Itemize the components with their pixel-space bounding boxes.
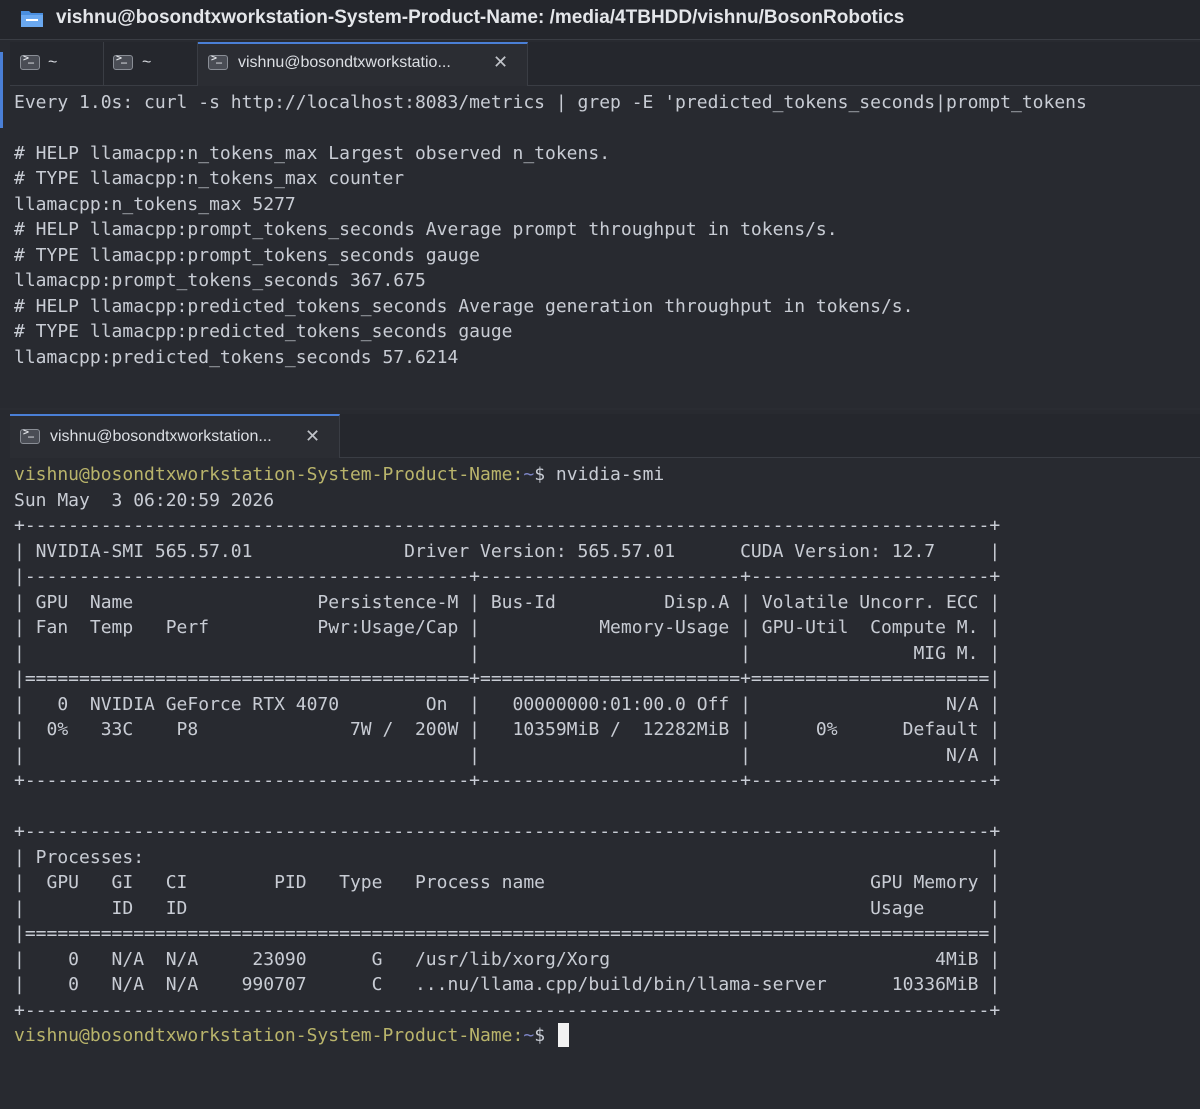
terminal-line: | 0 N/A N/A 23090 G /usr/lib/xorg/Xorg 4… <box>14 949 1001 970</box>
terminal-icon <box>208 53 228 70</box>
terminal-line: # TYPE llamacpp:n_tokens_max counter <box>14 168 405 189</box>
tab-home-2[interactable]: ~ <box>104 42 198 86</box>
terminal-line: # TYPE llamacpp:prompt_tokens_seconds ga… <box>14 245 480 266</box>
command-prompt-line: vishnu@bosondtxworkstation-System-Produc… <box>14 462 664 487</box>
terminal-line: |=======================================… <box>14 923 1001 944</box>
terminal-line: # TYPE llamacpp:predicted_tokens_seconds… <box>14 321 513 342</box>
terminal-line: | GPU GI CI PID Type Process name GPU Me… <box>14 872 1001 893</box>
terminal-line: | NVIDIA-SMI 565.57.01 Driver Version: 5… <box>14 541 1001 562</box>
terminal-line: +---------------------------------------… <box>14 1000 1001 1021</box>
terminal-icon <box>20 53 40 70</box>
active-pane-indicator <box>0 52 3 128</box>
window-titlebar: vishnu@bosondtxworkstation-System-Produc… <box>0 0 1200 40</box>
terminal-line: llamacpp:prompt_tokens_seconds 367.675 <box>14 270 426 291</box>
window-title: vishnu@bosondtxworkstation-System-Produc… <box>56 7 905 28</box>
terminal-line: +---------------------------------------… <box>14 515 1001 536</box>
terminal-icon <box>20 427 40 444</box>
terminal-line: Sun May 3 06:20:59 2026 <box>14 490 275 511</box>
terminal-line: | 0% 33C P8 7W / 200W | 10359MiB / 12282… <box>14 719 1001 740</box>
terminal-line: | Fan Temp Perf Pwr:Usage/Cap | Memory-U… <box>14 617 1001 638</box>
prompt-user-host: vishnu@bosondtxworkstation-System-Produc… <box>14 464 513 485</box>
bottom-tab-bar: vishnu@bosondtxworkstation... ✕ <box>10 414 1200 458</box>
folder-icon <box>21 11 43 27</box>
prompt-separator: : <box>512 464 524 485</box>
terminal-line: | | | N/A | <box>14 745 1001 766</box>
tab-home-1[interactable]: ~ <box>10 42 104 86</box>
terminal-line: # HELP llamacpp:n_tokens_max Largest obs… <box>14 143 611 164</box>
terminal-icon <box>113 53 133 70</box>
terminal-line: |---------------------------------------… <box>14 566 1001 587</box>
terminal-line: | | | MIG M. | <box>14 643 1001 664</box>
top-tab-bar: ~ ~ vishnu@bosondtxworkstatio... ✕ <box>10 42 1200 86</box>
terminal-line: Every 1.0s: curl -s http://localhost:808… <box>14 92 1087 113</box>
command-text: nvidia-smi <box>555 464 665 485</box>
terminal-line: llamacpp:predicted_tokens_seconds 57.621… <box>14 347 459 368</box>
tab-label: vishnu@bosondtxworkstation... <box>50 428 272 445</box>
terminal-line: # HELP llamacpp:prompt_tokens_seconds Av… <box>14 219 838 240</box>
terminal-line: +---------------------------------------… <box>14 770 1001 791</box>
command-prompt-line[interactable]: vishnu@bosondtxworkstation-System-Produc… <box>14 1023 569 1048</box>
terminal-line: |=======================================… <box>14 668 1001 689</box>
prompt-path: ~ <box>523 464 535 485</box>
close-tab-icon[interactable]: ✕ <box>493 52 508 73</box>
terminal-line: | ID ID Usage | <box>14 898 1001 919</box>
tab-label: ~ <box>48 54 58 71</box>
tab-label: vishnu@bosondtxworkstatio... <box>238 54 451 71</box>
close-tab-icon[interactable]: ✕ <box>305 426 320 447</box>
terminal-line: llamacpp:n_tokens_max 5277 <box>14 194 296 215</box>
bottom-terminal-pane[interactable]: vishnu@bosondtxworkstation-System-Produc… <box>10 460 1200 1109</box>
tab-active-watch[interactable]: vishnu@bosondtxworkstatio... ✕ <box>198 42 528 86</box>
tab-label: ~ <box>142 54 152 71</box>
prompt-path: ~ <box>523 1025 535 1046</box>
top-terminal-pane[interactable]: Every 1.0s: curl -s http://localhost:808… <box>10 88 1200 408</box>
prompt-separator: : <box>512 1025 524 1046</box>
terminal-line: +---------------------------------------… <box>14 821 1001 842</box>
pane-splitter[interactable] <box>0 408 1200 410</box>
prompt-symbol: $ <box>534 1025 556 1046</box>
terminal-line: | 0 NVIDIA GeForce RTX 4070 On | 0000000… <box>14 694 1001 715</box>
terminal-line: | 0 N/A N/A 990707 C ...nu/llama.cpp/bui… <box>14 974 1001 995</box>
terminal-line: # HELP llamacpp:predicted_tokens_seconds… <box>14 296 914 317</box>
terminal-line: | GPU Name Persistence-M | Bus-Id Disp.A… <box>14 592 1001 613</box>
prompt-user-host: vishnu@bosondtxworkstation-System-Produc… <box>14 1025 513 1046</box>
terminal-line: | Processes: | <box>14 847 1001 868</box>
text-cursor <box>557 1023 569 1047</box>
tab-active-nvidia[interactable]: vishnu@bosondtxworkstation... ✕ <box>10 414 340 458</box>
prompt-symbol: $ <box>534 464 556 485</box>
